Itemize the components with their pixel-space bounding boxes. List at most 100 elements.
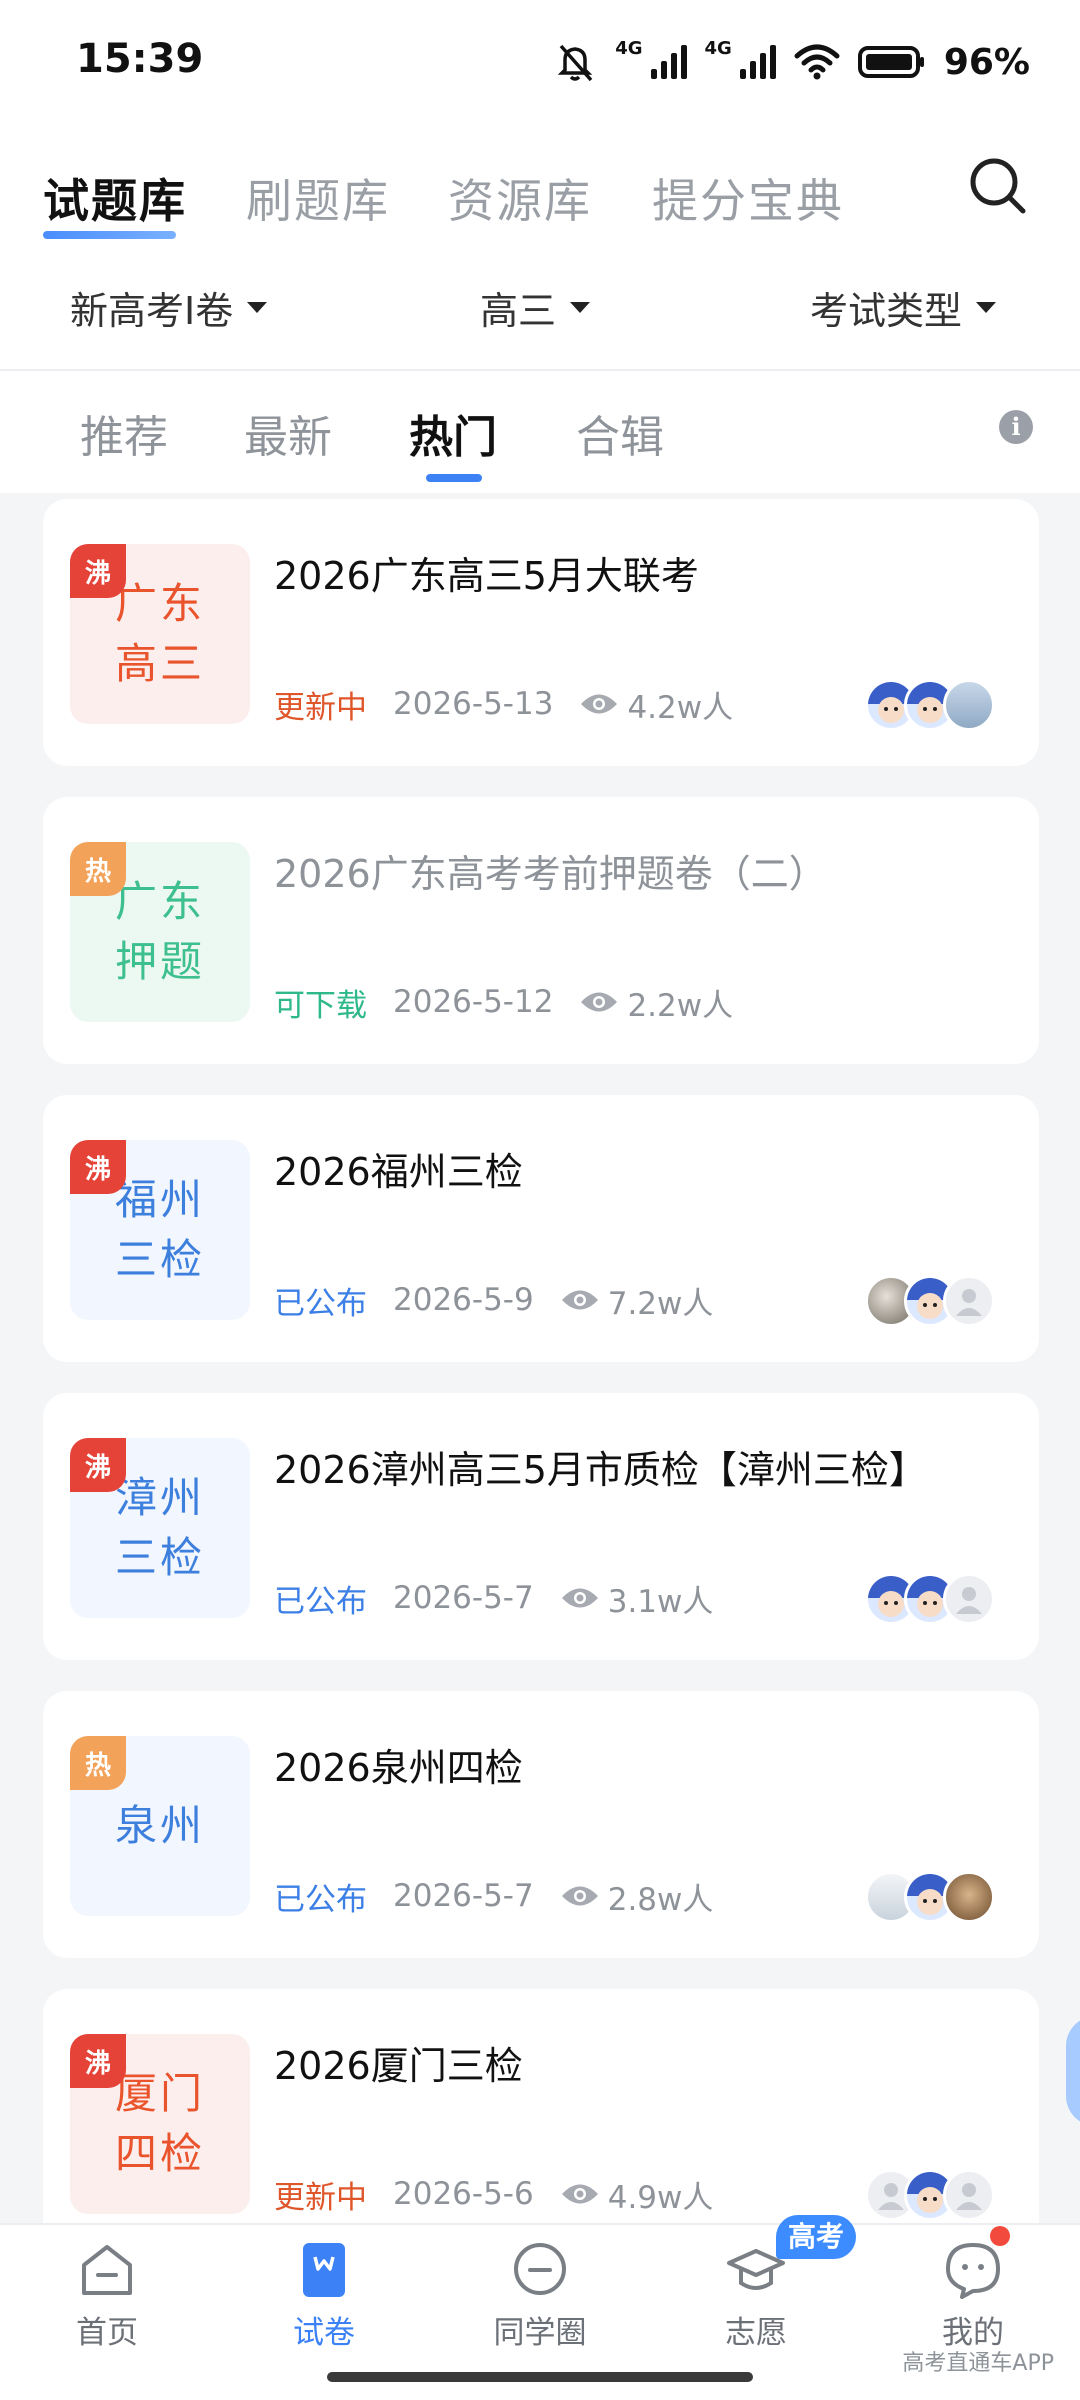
card-views: 2.2w人: [627, 987, 734, 1024]
nav-papers[interactable]: 试卷: [244, 2239, 404, 2352]
status-icons: 4G 4G 96%: [553, 36, 1030, 88]
caret-down-icon: [247, 302, 268, 313]
card-title: 2026广东高考考前押题卷（二）: [274, 852, 827, 896]
tab-latest[interactable]: 最新: [244, 401, 332, 465]
tab-score-guide[interactable]: 提分宝典: [652, 165, 844, 231]
info-icon[interactable]: i: [999, 410, 1033, 444]
eye-icon: [561, 1886, 598, 1906]
thumbnail-line: 押题: [114, 937, 205, 986]
card-date: 2026-5-13: [393, 686, 554, 722]
status-bar: 15:39 4G 4G 96%: [0, 0, 1080, 125]
viewer-avatars: [865, 679, 995, 731]
card-status: 已公布: [274, 1285, 367, 1322]
boiling-badge: 沸: [70, 2034, 126, 2088]
card-meta: 已公布 2026-5-7 2.8w人: [274, 1876, 714, 1918]
viewer-avatars: [865, 1573, 995, 1625]
card-status: 更新中: [274, 2179, 367, 2216]
nav-home[interactable]: 首页: [27, 2239, 187, 2352]
nav-papers-label: 试卷: [293, 2315, 355, 2351]
card-status: 可下载: [274, 987, 367, 1024]
exam-card[interactable]: 厦门 四检 沸 2026厦门三检 更新中 2026-5-6 4.9w人: [43, 1989, 1039, 2223]
hot-badge: 热: [70, 842, 126, 896]
avatar: [943, 1573, 995, 1625]
avatar: [943, 1275, 995, 1327]
network-type-2: 4G: [704, 37, 732, 59]
avatar: [943, 2169, 995, 2221]
exam-paper-list: 广东 高三 沸 2026广东高三5月大联考 更新中 2026-5-13 4.2w…: [0, 493, 1080, 2223]
nav-classmates[interactable]: 同学圈: [460, 2239, 620, 2352]
card-title: 2026漳州高三5月市质检【漳州三检】: [274, 1448, 927, 1492]
nav-home-label: 首页: [76, 2315, 138, 2351]
avatar: [943, 679, 995, 731]
card-date: 2026-5-7: [393, 1580, 534, 1616]
card-views: 4.9w人: [607, 2179, 714, 2216]
eye-icon: [561, 1588, 598, 1608]
card-views: 2.8w人: [607, 1881, 714, 1918]
status-time: 15:39: [76, 36, 204, 82]
network-type-1: 4G: [615, 37, 643, 59]
exam-paper-label: 新高考Ⅰ卷: [70, 289, 234, 333]
card-title: 2026广东高三5月大联考: [274, 554, 699, 598]
tab-question-bank[interactable]: 试题库: [43, 165, 187, 231]
card-title: 2026福州三检: [274, 1150, 523, 1194]
nav-classmates-label: 同学圈: [493, 2315, 587, 2351]
battery-icon: [857, 46, 924, 78]
boiling-badge: 沸: [70, 1140, 126, 1194]
search-icon[interactable]: [968, 156, 1028, 216]
notification-dot: [990, 2226, 1010, 2246]
tab-practice-bank[interactable]: 刷题库: [246, 165, 390, 231]
avatar: [943, 1871, 995, 1923]
boiling-badge: 沸: [70, 544, 126, 598]
caret-down-icon: [570, 302, 591, 313]
eye-icon: [581, 694, 618, 714]
viewer-avatars: [865, 1275, 995, 1327]
exam-type-dropdown[interactable]: 考试类型: [810, 280, 997, 335]
thumbnail-text: 泉州: [70, 1796, 250, 1856]
nav-mine[interactable]: 我的: [893, 2239, 1053, 2352]
nav-volunteer-label: 志愿: [725, 2315, 787, 2351]
app-watermark: 高考直通车APP: [902, 2351, 1054, 2376]
card-title: 2026厦门三检: [274, 2044, 523, 2088]
card-views: 3.1w人: [607, 1583, 714, 1620]
card-meta: 更新中 2026-5-13 4.2w人: [274, 684, 734, 726]
eye-icon: [561, 1290, 598, 1310]
card-date: 2026-5-9: [393, 1282, 534, 1318]
tab-recommended[interactable]: 推荐: [80, 401, 168, 465]
caret-down-icon: [976, 302, 997, 313]
home-icon: [82, 2245, 132, 2295]
exam-card[interactable]: 福州 三检 沸 2026福州三检 已公布 2026-5-9 7.2w人: [43, 1095, 1039, 1362]
exam-card[interactable]: 漳州 三检 沸 2026漳州高三5月市质检【漳州三检】 已公布 2026-5-7…: [43, 1393, 1039, 1660]
card-status: 已公布: [274, 1583, 367, 1620]
signal-icon-1: [650, 45, 687, 79]
card-status: 已公布: [274, 1881, 367, 1918]
card-meta: 可下载 2026-5-12 2.2w人: [274, 982, 734, 1024]
tab-resource-bank[interactable]: 资源库: [448, 165, 592, 231]
home-indicator[interactable]: [327, 2372, 753, 2382]
grade-dropdown[interactable]: 高三: [480, 280, 591, 335]
tab-hot[interactable]: 热门: [409, 401, 497, 465]
sub-tabs: 推荐 最新 热门 合辑: [0, 371, 1080, 493]
card-meta: 已公布 2026-5-7 3.1w人: [274, 1578, 714, 1620]
thumbnail-line: 四检: [114, 2129, 205, 2178]
card-date: 2026-5-6: [393, 2176, 534, 2212]
tab-collections[interactable]: 合辑: [576, 401, 664, 465]
profile-face-icon: [946, 2243, 1000, 2299]
card-views: 4.2w人: [627, 689, 734, 726]
card-meta: 已公布 2026-5-9 7.2w人: [274, 1280, 713, 1322]
exam-card[interactable]: 广东 高三 沸 2026广东高三5月大联考 更新中 2026-5-13 4.2w…: [43, 499, 1039, 766]
active-tab-indicator: [43, 231, 176, 239]
exam-card[interactable]: 广东 押题 热 2026广东高考考前押题卷（二） 可下载 2026-5-12 2…: [43, 797, 1039, 1064]
wifi-icon: [794, 44, 840, 80]
papers-icon: [303, 2243, 345, 2297]
exam-paper-dropdown[interactable]: 新高考Ⅰ卷: [70, 280, 268, 335]
viewer-avatars: [865, 1871, 995, 1923]
card-title: 2026泉州四检: [274, 1746, 523, 1790]
exam-card[interactable]: 泉州 热 2026泉州四检 已公布 2026-5-7 2.8w人: [43, 1691, 1039, 1958]
exam-type-label: 考试类型: [810, 289, 963, 333]
filter-row: 新高考Ⅰ卷 高三 考试类型: [0, 250, 1080, 370]
eye-icon: [561, 2184, 598, 2204]
thumbnail-line: 泉州: [114, 1801, 205, 1850]
sub-tab-indicator: [426, 474, 482, 482]
battery-percent: 96%: [943, 41, 1030, 83]
card-meta: 更新中 2026-5-6 4.9w人: [274, 2174, 714, 2216]
